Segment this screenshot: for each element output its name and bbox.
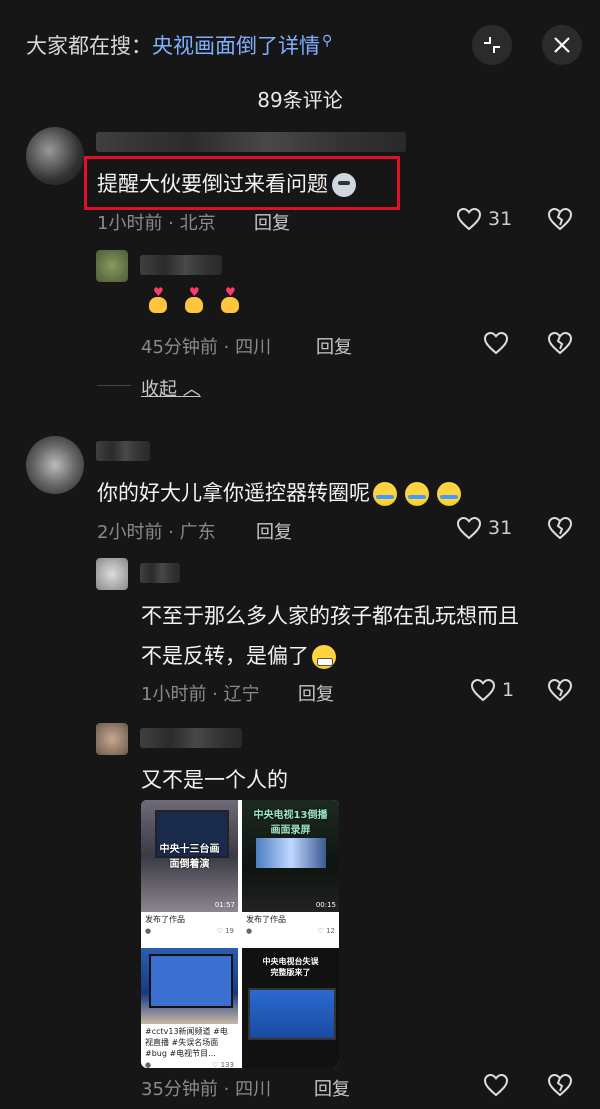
video-thumbnail[interactable]: 中央电视13倒播 画面录屏 00:15 发布了作品 ● ♡ 12 <box>242 800 339 935</box>
username-blurred[interactable] <box>140 255 222 275</box>
close-icon <box>553 36 571 54</box>
reply-button[interactable]: 回复 <box>256 518 292 544</box>
thumbnail-caption: 发布了作品 <box>246 915 286 924</box>
dislike-button[interactable] <box>547 331 573 355</box>
shared-videos-grid: 中央十三台画 面倒着演 01:57 发布了作品 ● ♡ 19 中央电视13倒播 画… <box>141 800 339 1068</box>
video-thumbnail[interactable]: 中央电视台失误 完整版来了 <box>242 948 339 1068</box>
heart-hands-icon <box>219 285 241 313</box>
broken-heart-icon <box>547 1073 573 1097</box>
thumbnail-likes: ♡ 133 <box>212 1061 234 1068</box>
comment-text: 提醒大伙要倒过来看问题 <box>97 168 356 198</box>
comment-count: 89条评论 <box>257 88 343 112</box>
avatar[interactable] <box>96 723 128 755</box>
username-blurred[interactable] <box>140 563 180 583</box>
like-count: 1 <box>502 679 515 701</box>
avatar[interactable] <box>96 250 128 282</box>
dislike-button[interactable] <box>547 1073 573 1097</box>
trending-prefix: 大家都在搜： <box>26 34 152 58</box>
reply-button[interactable]: 回复 <box>316 333 352 359</box>
username-blurred[interactable] <box>96 441 150 461</box>
broken-heart-icon <box>547 516 573 540</box>
like-count: 31 <box>488 517 513 539</box>
like-button[interactable]: 1 <box>470 678 514 702</box>
thumbnail-caption: #cctv13新闻频道 #电视直播 #失误名场面 #bug #电视节目... <box>145 1027 228 1058</box>
author-avatar: ● <box>145 1061 152 1068</box>
username-blurred[interactable] <box>96 132 406 152</box>
like-button[interactable]: 31 <box>456 207 512 231</box>
crying-laughing-emoji-icon <box>405 482 429 506</box>
thumbnail-overlay-text: 中央电视13倒播 画面录屏 <box>253 810 328 836</box>
heart-icon <box>456 207 482 231</box>
collapse-arrows-icon <box>482 35 502 55</box>
trending-query-link[interactable]: 央视画面倒了详情 <box>152 34 320 58</box>
author-avatar: ● <box>246 927 253 935</box>
crying-laughing-emoji-icon <box>437 482 461 506</box>
reply-time-location: 45分钟前 · 四川 <box>141 337 272 358</box>
comment-time-location: 2小时前 · 广东 <box>97 522 216 543</box>
heart-hands-icon <box>147 285 169 313</box>
reply-time-location: 1小时前 · 辽宁 <box>141 684 260 705</box>
crying-laughing-emoji-icon <box>373 482 397 506</box>
reply-button[interactable]: 回复 <box>254 209 290 235</box>
collapse-replies-button[interactable]: 收起 ︿ <box>141 375 201 401</box>
thumbnail-overlay-text: 中央电视台失误 完整版来了 <box>262 957 319 977</box>
heart-icon <box>483 1073 509 1097</box>
divider <box>97 385 131 386</box>
minimize-button[interactable] <box>472 25 512 65</box>
dislike-button[interactable] <box>547 516 573 540</box>
broken-heart-icon <box>547 331 573 355</box>
close-button[interactable] <box>542 25 582 65</box>
video-thumbnail[interactable]: #cctv13新闻频道 #电视直播 #失误名场面 #bug #电视节目... ●… <box>141 948 238 1068</box>
author-avatar: ● <box>145 927 152 935</box>
reply-button[interactable]: 回复 <box>298 680 334 706</box>
thumbnail-overlay-text: 中央十三台画 面倒着演 <box>159 844 220 870</box>
comment-time-location: 1小时前 · 北京 <box>97 213 216 234</box>
video-duration: 01:57 <box>214 901 235 909</box>
reply-text: 又不是一个人的 <box>141 768 288 792</box>
like-button[interactable] <box>483 1073 509 1097</box>
reply-text-line1: 不至于那么多人家的孩子都在乱玩想而且 <box>141 604 519 628</box>
heart-icon <box>470 678 496 702</box>
comment-text: 你的好大儿拿你遥控器转圈呢 <box>97 477 461 507</box>
like-button[interactable]: 31 <box>456 516 512 540</box>
thumbnail-likes: ♡ 12 <box>317 927 335 935</box>
thumbnail-caption: 发布了作品 <box>145 915 185 924</box>
heart-hands-icon <box>183 285 205 313</box>
chevron-up-icon: ︿ <box>182 379 201 400</box>
trending-search-title[interactable]: 大家都在搜：央视画面倒了详情 ⚲ <box>26 30 332 60</box>
avatar[interactable] <box>26 436 84 494</box>
search-icon: ⚲ <box>322 33 333 49</box>
broken-heart-icon <box>547 678 573 702</box>
reply-time-location: 35分钟前 · 四川 <box>141 1079 272 1100</box>
thumbnail-likes: ♡ 19 <box>216 927 234 935</box>
broken-heart-icon <box>547 207 573 231</box>
heart-icon <box>483 331 509 355</box>
username-blurred[interactable] <box>140 728 242 748</box>
grinning-sweat-emoji-icon <box>312 645 336 669</box>
reply-emoji-content <box>147 285 255 317</box>
reply-text-line2: 不是反转，是偏了 <box>141 640 336 670</box>
video-duration: 00:15 <box>315 901 336 909</box>
like-button[interactable] <box>483 331 509 355</box>
avatar[interactable] <box>96 558 128 590</box>
video-thumbnail[interactable]: 中央十三台画 面倒着演 01:57 发布了作品 ● ♡ 19 <box>141 800 238 935</box>
reply-button[interactable]: 回复 <box>314 1075 350 1101</box>
dislike-button[interactable] <box>547 678 573 702</box>
cat-emoji-icon <box>332 173 356 197</box>
dislike-button[interactable] <box>547 207 573 231</box>
avatar[interactable] <box>26 127 84 185</box>
heart-icon <box>456 516 482 540</box>
like-count: 31 <box>488 208 513 230</box>
